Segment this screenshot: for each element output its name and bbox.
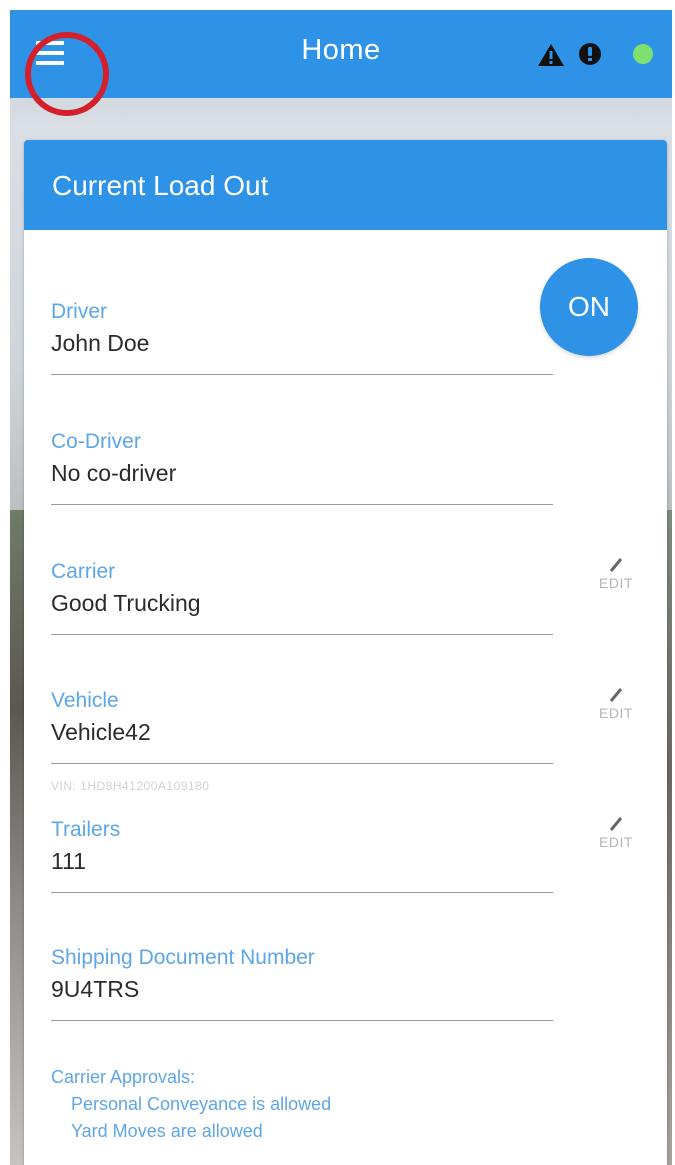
shipping-document-label: Shipping Document Number xyxy=(51,946,315,969)
shipping-document-value: 9U4TRS xyxy=(51,976,140,1002)
co-driver-label: Co-Driver xyxy=(51,430,141,453)
divider xyxy=(51,504,553,505)
divider xyxy=(51,892,553,893)
trailers-value: 111 xyxy=(51,848,86,874)
carrier-value: Good Trucking xyxy=(51,590,201,616)
carrier-label: Carrier xyxy=(51,560,116,583)
vehicle-edit-label: EDIT xyxy=(599,705,633,721)
approval-item: Yard Moves are allowed xyxy=(71,1121,263,1141)
carrier-approvals: Carrier Approvals: Personal Conveyance i… xyxy=(51,1064,331,1145)
divider xyxy=(51,763,553,764)
divider xyxy=(51,374,553,375)
pencil-icon xyxy=(609,817,623,831)
trailers-field: Trailers 111 xyxy=(51,818,553,893)
driver-label: Driver xyxy=(51,300,107,323)
pencil-icon xyxy=(609,558,623,572)
connection-status-dot xyxy=(633,44,653,64)
approval-item: Personal Conveyance is allowed xyxy=(71,1094,332,1114)
divider xyxy=(51,1020,553,1021)
shipping-document-field: Shipping Document Number 9U4TRS xyxy=(51,946,553,1021)
co-driver-field: Co-Driver No co-driver xyxy=(51,430,553,505)
alert-icon[interactable] xyxy=(579,43,601,65)
pencil-icon xyxy=(609,688,623,702)
page-title: Home xyxy=(301,34,381,66)
app-screen: Home Current Load Out ON Driver John Doe… xyxy=(10,10,672,1165)
carrier-edit-button[interactable]: EDIT xyxy=(588,556,644,591)
divider xyxy=(51,634,553,635)
co-driver-value: No co-driver xyxy=(51,460,177,486)
trailers-label: Trailers xyxy=(51,818,121,841)
vehicle-edit-button[interactable]: EDIT xyxy=(588,686,644,721)
carrier-approvals-heading: Carrier Approvals: xyxy=(51,1067,196,1087)
card-title: Current Load Out xyxy=(52,170,269,201)
driver-value: John Doe xyxy=(51,330,150,356)
app-bar: Home xyxy=(10,10,672,116)
vin-text: VIN: 1HD8H41200A109180 xyxy=(51,779,210,793)
current-load-out-card: Current Load Out ON Driver John Doe Co-D… xyxy=(24,140,667,1165)
warning-icon[interactable] xyxy=(538,44,564,66)
vehicle-label: Vehicle xyxy=(51,689,119,712)
trailers-edit-label: EDIT xyxy=(599,834,633,850)
trailers-edit-button[interactable]: EDIT xyxy=(588,815,644,850)
vehicle-value: Vehicle42 xyxy=(51,719,151,745)
carrier-field: Carrier Good Trucking xyxy=(51,560,553,635)
card-header: Current Load Out xyxy=(24,140,667,230)
carrier-edit-label: EDIT xyxy=(599,575,633,591)
duty-status-on-button[interactable]: ON xyxy=(540,258,638,356)
vehicle-field: Vehicle Vehicle42 xyxy=(51,689,553,764)
driver-field: Driver John Doe xyxy=(51,300,553,375)
